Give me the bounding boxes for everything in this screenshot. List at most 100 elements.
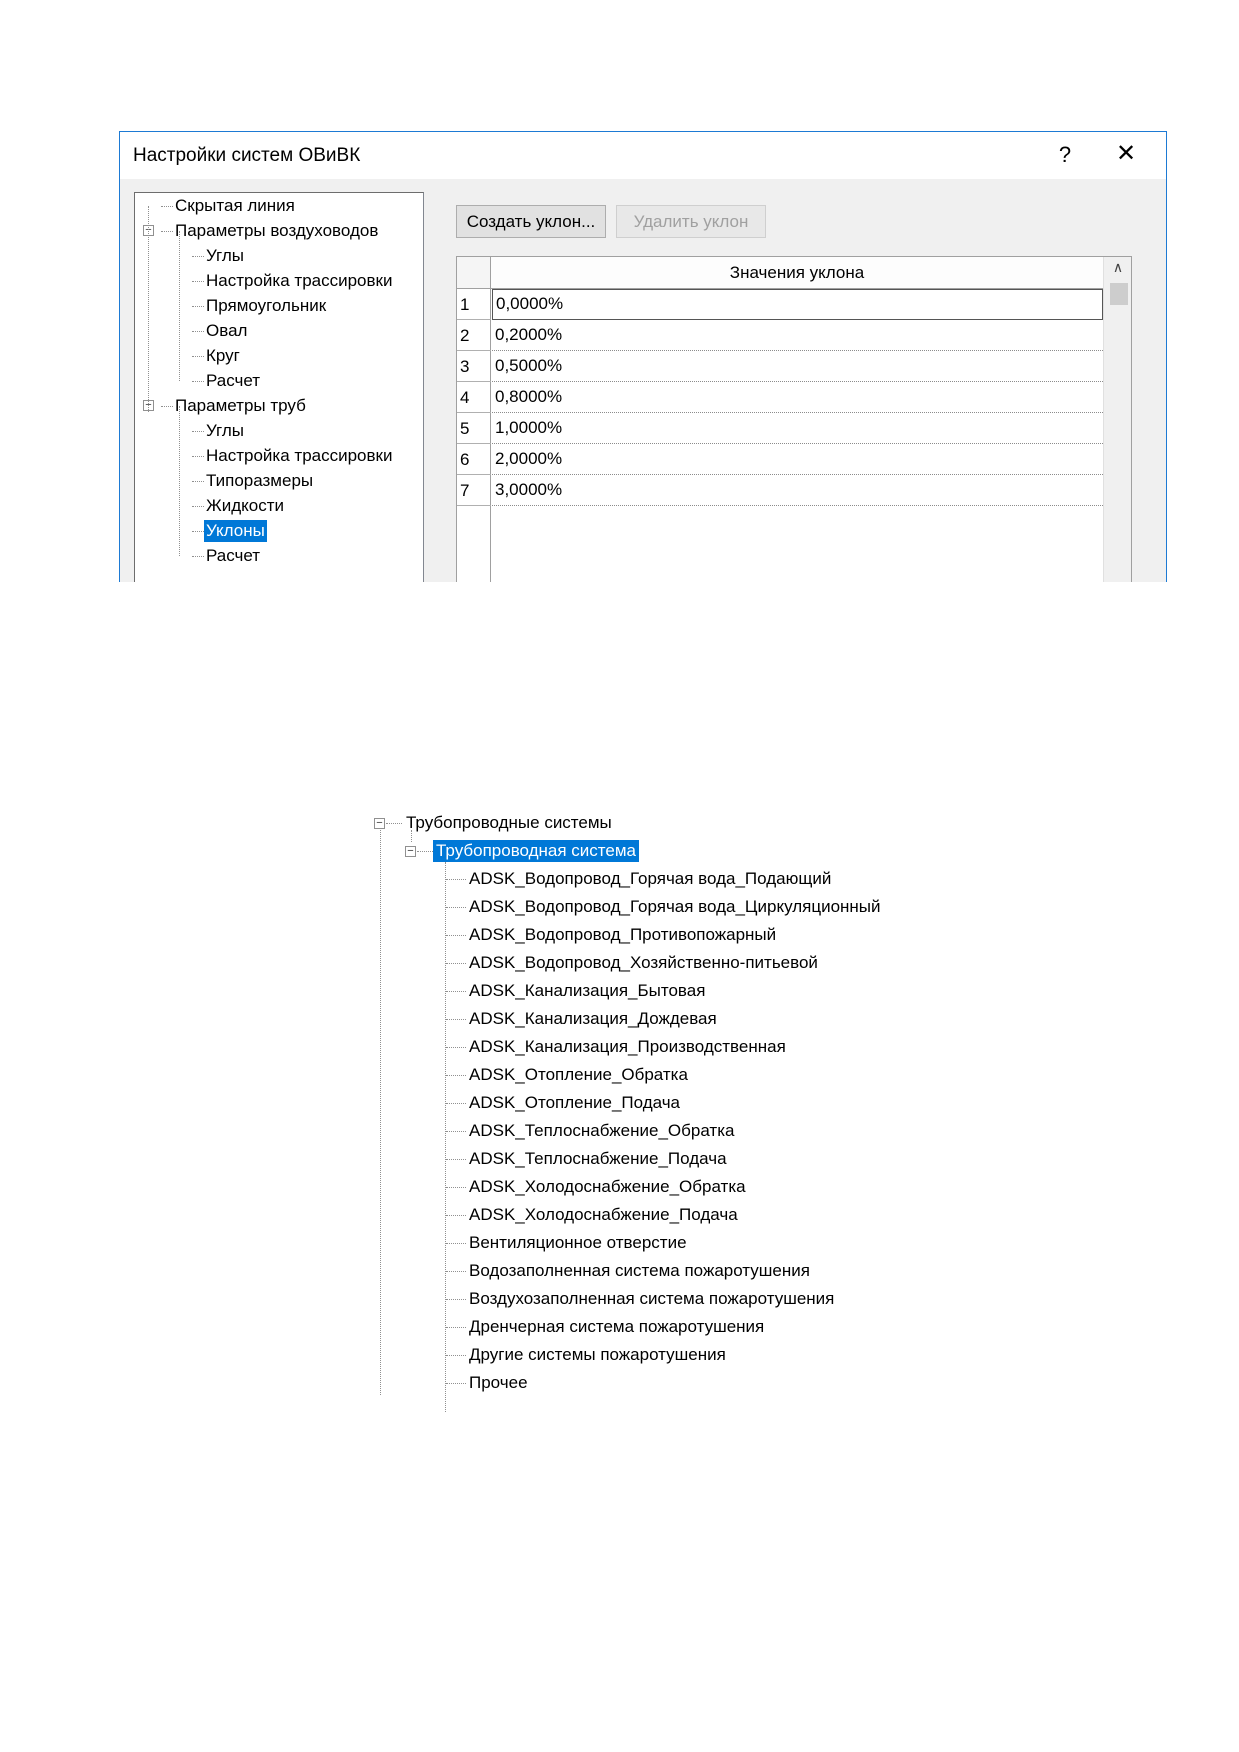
- scrollbar-thumb[interactable]: [1110, 283, 1128, 305]
- tree-connector: [192, 356, 204, 357]
- table-row[interactable]: 5 1,0000%: [457, 413, 1103, 444]
- grid-scrollbar[interactable]: ∧: [1103, 257, 1131, 582]
- tree-item-piping-system-type[interactable]: ADSK_Канализация_Производственная: [469, 1036, 786, 1058]
- delete-slope-button[interactable]: Удалить уклон: [616, 205, 766, 238]
- tree-item-piping-system-type[interactable]: ADSK_Канализация_Дождевая: [469, 1008, 717, 1030]
- tree-item[interactable]: Круг: [135, 345, 421, 367]
- tree-item-piping-system-type[interactable]: Прочее: [469, 1372, 528, 1394]
- slope-value-cell[interactable]: 1,0000%: [492, 413, 1103, 444]
- table-row[interactable]: 3 0,5000%: [457, 351, 1103, 382]
- slope-value-cell[interactable]: 3,0000%: [492, 475, 1103, 506]
- tree-item[interactable]: Овал: [135, 320, 421, 342]
- tree-item-piping-system-type[interactable]: ADSK_Теплоснабжение_Подача: [469, 1148, 727, 1170]
- tree-item-label: Скрытая линия: [175, 196, 295, 215]
- tree-connector: [192, 431, 204, 432]
- tree-item-label: Расчет: [206, 546, 261, 565]
- tree-connector: [446, 1299, 466, 1300]
- tree-item-label: Параметры труб: [175, 396, 306, 415]
- expander-icon[interactable]: −: [374, 818, 385, 829]
- expander-icon[interactable]: −: [405, 846, 416, 857]
- tree-item[interactable]: Расчет: [135, 545, 421, 567]
- tree-connector: [446, 1159, 466, 1160]
- tree-item[interactable]: Жидкости: [135, 495, 421, 517]
- tree-item[interactable]: − Параметры труб: [135, 395, 421, 417]
- row-number: 4: [460, 388, 470, 407]
- column-header-slope-values[interactable]: Значения уклона: [491, 257, 1103, 289]
- tree-item-label: Углы: [206, 246, 245, 265]
- tree-item[interactable]: − Параметры воздуховодов: [135, 220, 421, 242]
- row-number: 5: [460, 419, 470, 438]
- tree-connector: [446, 991, 466, 992]
- slope-value-cell[interactable]: 0,5000%: [492, 351, 1103, 382]
- tree-connector: [411, 830, 412, 842]
- table-row[interactable]: 4 0,8000%: [457, 382, 1103, 413]
- tree-item[interactable]: Углы: [135, 245, 421, 267]
- tree-connector: [446, 1019, 466, 1020]
- settings-tree: Скрытая линия − Параметры воздуховодов Углы…: [134, 192, 424, 582]
- tree-item-piping-system-type[interactable]: Водозаполненная система пожаротушения: [469, 1260, 810, 1282]
- tree-item-piping-system-type[interactable]: ADSK_Канализация_Бытовая: [469, 980, 705, 1002]
- table-row[interactable]: 2 0,2000%: [457, 320, 1103, 351]
- tree-item[interactable]: Уклоны: [135, 520, 421, 542]
- tree-item-piping-system-type[interactable]: ADSK_Холодоснабжение_Подача: [469, 1204, 738, 1226]
- tree-item-piping-system-type[interactable]: ADSK_Водопровод_Противопожарный: [469, 924, 776, 946]
- tree-item-piping-system-type[interactable]: Другие системы пожаротушения: [469, 1344, 726, 1366]
- tree-item-piping-system-type[interactable]: ADSK_Теплоснабжение_Обратка: [469, 1120, 734, 1142]
- slope-value-cell[interactable]: 0,0000%: [492, 289, 1103, 320]
- tree-connector: [380, 830, 381, 1395]
- tree-connector: [445, 862, 446, 1412]
- table-row[interactable]: 1 0,0000%: [457, 289, 1103, 320]
- tree-connector: [179, 406, 180, 556]
- mep-settings-dialog: Настройки систем ОВиВК ? ✕ Скрытая линия…: [119, 131, 1167, 582]
- grid-corner: [457, 257, 491, 289]
- slope-value-cell[interactable]: 0,2000%: [492, 320, 1103, 351]
- tree-item-label: Параметры воздуховодов: [175, 221, 379, 240]
- tree-item-label: Круг: [206, 346, 240, 365]
- create-slope-button[interactable]: Создать уклон...: [456, 205, 606, 238]
- tree-connector: [446, 1047, 466, 1048]
- help-button[interactable]: ?: [1055, 142, 1075, 168]
- tree-item-label: Настройка трассировки: [206, 271, 393, 290]
- tree-connector: [446, 1215, 466, 1216]
- tree-connector: [192, 256, 204, 257]
- table-row[interactable]: 6 2,0000%: [457, 444, 1103, 475]
- tree-item[interactable]: Типоразмеры: [135, 470, 421, 492]
- tree-item-piping-system-type[interactable]: ADSK_Водопровод_Хозяйственно-питьевой: [469, 952, 818, 974]
- tree-item[interactable]: Прямоугольник: [135, 295, 421, 317]
- tree-connector: [192, 531, 204, 532]
- tree-connector: [192, 456, 204, 457]
- tree-connector: [161, 206, 173, 207]
- slope-values-grid: Значения уклона ∧ 1 0,0000% 2 0,2000% 3 0,500…: [456, 256, 1132, 582]
- tree-connector: [446, 1075, 466, 1076]
- tree-item-piping-systems[interactable]: Трубопроводные системы: [406, 812, 612, 834]
- tree-connector: [446, 1355, 466, 1356]
- tree-item-piping-system-type[interactable]: ADSK_Холодоснабжение_Обратка: [469, 1176, 746, 1198]
- slope-value-cell[interactable]: 0,8000%: [492, 382, 1103, 413]
- chevron-up-icon[interactable]: ∧: [1104, 259, 1132, 276]
- tree-item-piping-system-type[interactable]: ADSK_Водопровод_Горячая вода_Циркуляцион…: [469, 896, 881, 918]
- tree-item-piping-system-type[interactable]: ADSK_Отопление_Обратка: [469, 1064, 688, 1086]
- tree-item-label: Типоразмеры: [206, 471, 314, 490]
- table-row[interactable]: 7 3,0000%: [457, 475, 1103, 506]
- row-separator: [457, 505, 491, 506]
- close-button[interactable]: ✕: [1112, 139, 1140, 168]
- tree-item[interactable]: Настройка трассировки: [135, 445, 421, 467]
- tree-item-piping-system-type[interactable]: ADSK_Водопровод_Горячая вода_Подающий: [469, 868, 831, 890]
- tree-connector: [417, 851, 433, 852]
- tree-item[interactable]: Углы: [135, 420, 421, 442]
- tree-item-piping-system-type[interactable]: Воздухозаполненная система пожаротушения: [469, 1288, 834, 1310]
- tree-item-label: Жидкости: [206, 496, 284, 515]
- tree-item-piping-system-type[interactable]: Вентиляционное отверстие: [469, 1232, 687, 1254]
- tree-item-piping-system[interactable]: Трубопроводная система: [433, 840, 639, 862]
- tree-item[interactable]: Настройка трассировки: [135, 270, 421, 292]
- row-number: 1: [460, 295, 470, 314]
- dialog-title: Настройки систем ОВиВК: [133, 145, 361, 166]
- row-number: 3: [460, 357, 470, 376]
- tree-connector: [446, 879, 466, 880]
- tree-item[interactable]: Расчет: [135, 370, 421, 392]
- tree-item[interactable]: Скрытая линия: [135, 195, 421, 217]
- tree-connector: [161, 231, 173, 232]
- tree-item-piping-system-type[interactable]: ADSK_Отопление_Подача: [469, 1092, 680, 1114]
- slope-value-cell[interactable]: 2,0000%: [492, 444, 1103, 475]
- tree-item-piping-system-type[interactable]: Дренчерная система пожаротушения: [469, 1316, 764, 1338]
